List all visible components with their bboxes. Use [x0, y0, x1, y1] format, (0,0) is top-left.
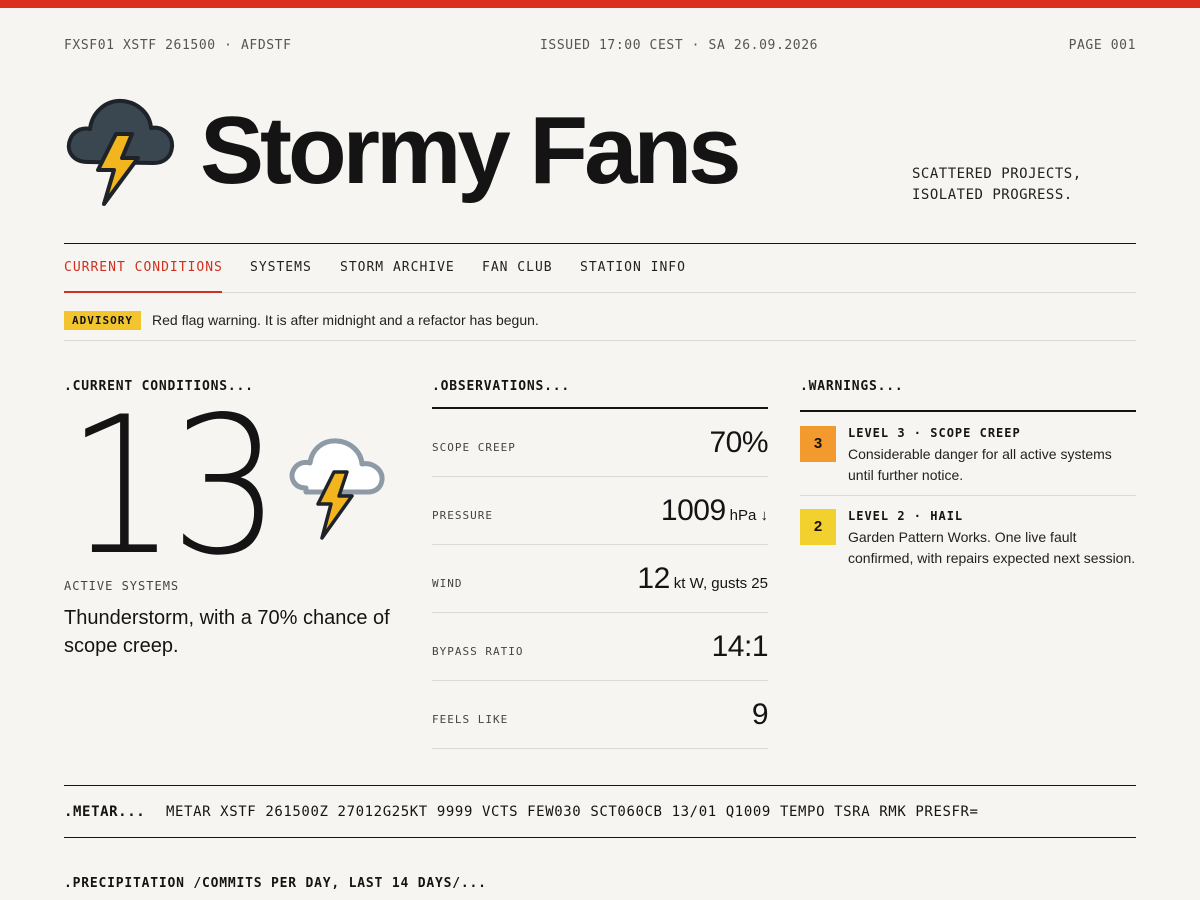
tab-systems[interactable]: SYSTEMS — [250, 260, 312, 275]
observation-row: BYPASS RATIO 14:1 — [432, 613, 769, 681]
observation-label: SCOPE CREEP — [432, 441, 516, 454]
warning-description: Garden Pattern Works. One live fault con… — [848, 529, 1136, 566]
warning-description: Considerable danger for all active syste… — [848, 446, 1112, 483]
warning-divider — [800, 495, 1136, 496]
observations-heading: .OBSERVATIONS... — [432, 379, 571, 394]
warning-title: LEVEL 2 · HAIL — [848, 509, 964, 523]
warning-level-badge: 2 — [800, 509, 836, 545]
tab-current-conditions[interactable]: CURRENT CONDITIONS — [64, 260, 223, 275]
observation-number: 1009 — [660, 494, 726, 527]
observation-number: 12 — [637, 562, 670, 595]
advisory-text: Red flag warning. It is after midnight a… — [152, 312, 539, 328]
observation-label: FEELS LIKE — [432, 713, 509, 726]
metar-row: .METAR... METAR XSTF 261500Z 27012G25KT … — [64, 785, 1136, 838]
observation-unit: hPa ↓ — [729, 507, 768, 524]
observation-number: 14:1 — [711, 630, 769, 663]
observation-value: 1009 hPa ↓ — [661, 494, 768, 528]
observation-row: SCOPE CREEP 70% — [432, 409, 768, 477]
issued-timestamp: ISSUED 17:00 CEST · SA 26.09.2026 — [540, 38, 819, 53]
main-nav: CURRENT CONDITIONS SYSTEMS STORM ARCHIVE… — [64, 243, 1136, 293]
observation-row: WIND 12 kt W, gusts 25 — [432, 545, 768, 613]
conditions-summary: Thunderstorm, with a 70% chance of scope… — [64, 607, 390, 657]
precipitation-heading: .PRECIPITATION /COMMITS PER DAY, LAST 14… — [64, 876, 487, 891]
advisory-badge: ADVISORY — [64, 311, 141, 330]
page-number: PAGE 001 — [1068, 38, 1136, 53]
tab-storm-archive[interactable]: STORM ARCHIVE — [340, 260, 455, 275]
active-tab-indicator — [64, 291, 222, 293]
tagline-line-1: SCATTERED PROJECTS, — [912, 166, 1082, 182]
observation-unit: kt W, gusts 25 — [673, 575, 768, 592]
observation-number: 70% — [709, 426, 768, 459]
tab-fan-club[interactable]: FAN CLUB — [482, 260, 553, 275]
observation-value: 70% — [709, 426, 768, 460]
warnings-heading: .WARNINGS... — [800, 379, 904, 394]
tagline-line-2: ISOLATED PROGRESS. — [912, 187, 1073, 203]
observation-label: PRESSURE — [432, 509, 493, 522]
observation-value: 14:1 — [711, 630, 769, 664]
observation-value: 9 — [751, 698, 769, 732]
tab-station-info[interactable]: STATION INFO — [580, 260, 686, 275]
storm-cloud-lightning-icon[interactable] — [64, 92, 176, 212]
temperature-value: 13 — [66, 376, 281, 597]
observation-number: 9 — [751, 698, 769, 731]
warnings-divider — [800, 410, 1136, 412]
warning-title: LEVEL 3 · SCOPE CREEP — [848, 426, 1021, 440]
metar-label: .METAR... — [64, 804, 146, 820]
observation-label: BYPASS RATIO — [432, 645, 524, 658]
observation-row: PRESSURE 1009 hPa ↓ — [432, 477, 768, 545]
tagline: SCATTERED PROJECTS, ISOLATED PROGRESS. — [912, 164, 1082, 206]
observation-row: FEELS LIKE 9 — [432, 681, 769, 749]
active-systems-label: ACTIVE SYSTEMS — [64, 579, 180, 593]
advisory-banner: ADVISORY Red flag warning. It is after m… — [64, 294, 1136, 341]
bulletin-code: FXSF01 XSTF 261500 · AFDSTF — [64, 38, 292, 53]
thunderstorm-icon — [289, 438, 385, 540]
metar-text: METAR XSTF 261500Z 27012G25KT 9999 VCTS … — [166, 804, 979, 820]
warning-level-badge: 3 — [800, 426, 836, 462]
observation-label: WIND — [432, 577, 463, 590]
brand-name[interactable]: Stormy Fans — [200, 92, 741, 210]
top-accent-bar — [0, 0, 1200, 8]
observation-value: 12 kt W, gusts 25 — [637, 562, 768, 596]
